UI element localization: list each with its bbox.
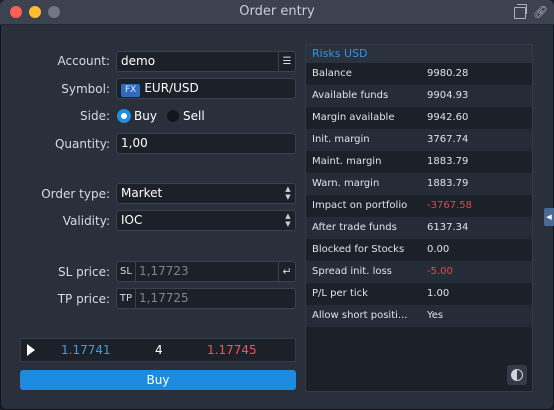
symbol-field[interactable]: FX EUR/USD <box>116 78 296 99</box>
detach-window-icon[interactable] <box>514 4 527 19</box>
risk-name: Margin available <box>312 112 395 123</box>
sl-price-placeholder: 1,17723 <box>139 264 189 278</box>
risk-row: Margin available 9942.60 <box>306 107 532 129</box>
risk-value: 1.00 <box>427 288 450 299</box>
risk-value: Yes <box>427 310 444 321</box>
risk-name: Impact on portfolio <box>312 200 408 211</box>
buy-button[interactable]: Buy <box>20 370 296 390</box>
risk-name: Maint. margin <box>312 156 382 167</box>
risk-value: 9942.60 <box>427 112 469 123</box>
sl-hook-icon[interactable]: ↵ <box>278 262 295 281</box>
risk-value: 3767.74 <box>427 134 469 145</box>
account-list-icon[interactable]: ☰ <box>278 52 295 71</box>
risk-row: Available funds 9904.93 <box>306 85 532 107</box>
sl-prefix: SL <box>117 262 136 281</box>
account-label: Account: <box>57 54 111 68</box>
risk-row: Balance 9980.28 <box>306 63 532 85</box>
link-icon[interactable]: 🔗︎ <box>533 5 548 19</box>
risk-value: 0.00 <box>427 244 450 255</box>
risk-row: Spread init. loss -5.00 <box>306 261 532 283</box>
validity-value: IOC <box>121 213 143 227</box>
side-sell-radio[interactable] <box>166 109 180 123</box>
play-icon[interactable] <box>27 344 35 356</box>
fx-badge: FX <box>121 84 141 97</box>
quote-quantity: 4 <box>155 343 163 357</box>
risk-row: P/L per tick 1.00 <box>306 283 532 305</box>
risk-value: 1883.79 <box>427 178 469 189</box>
side-buy-label[interactable]: Buy <box>134 109 157 123</box>
risk-row: Impact on portfolio -3767.58 <box>306 195 532 217</box>
order-type-select[interactable]: Market ▲ ▼ <box>116 183 296 204</box>
tp-price-input[interactable]: TP 1,17725 <box>116 288 296 309</box>
order-type-label: Order type: <box>41 187 110 201</box>
sl-price-label: SL price: <box>57 265 110 279</box>
tp-price-placeholder: 1,17725 <box>139 291 189 305</box>
risk-row: After trade funds 6137.34 <box>306 217 532 239</box>
validity-select[interactable]: IOC ▲ ▼ <box>116 210 296 231</box>
risk-name: Spread init. loss <box>312 266 392 277</box>
bid-price[interactable]: 1.17741 <box>61 343 111 357</box>
risk-row: Maint. margin 1883.79 <box>306 151 532 173</box>
quantity-input[interactable]: 1,00 <box>116 133 296 154</box>
risk-value: 1883.79 <box>427 156 469 167</box>
window-title: Order entry <box>239 4 315 19</box>
risk-row: Allow short positi... Yes <box>306 305 532 327</box>
risk-name: Available funds <box>312 90 389 101</box>
theme-toggle-icon[interactable] <box>507 365 527 385</box>
risk-name: Allow short positi... <box>312 310 408 321</box>
side-sell-label[interactable]: Sell <box>183 109 205 123</box>
symbol-label: Symbol: <box>61 82 110 96</box>
quantity-label: Quantity: <box>54 137 110 151</box>
risk-name: Balance <box>312 68 352 79</box>
order-type-chevron-icon: ▲ ▼ <box>285 185 291 201</box>
account-value: demo <box>121 54 156 68</box>
risk-value: -5.00 <box>427 266 453 277</box>
order-entry-window: Order entry 🔗︎ Account: demo ☰ Symbol: F… <box>0 0 554 410</box>
risk-name: Blocked for Stocks <box>312 244 405 255</box>
risk-name: After trade funds <box>312 222 397 233</box>
risk-value: 9904.93 <box>427 90 469 101</box>
risk-value: -3767.58 <box>427 200 472 211</box>
risk-value: 9980.28 <box>427 68 469 79</box>
sl-price-input[interactable]: SL 1,17723 ↵ <box>116 261 296 282</box>
symbol-value: EUR/USD <box>144 81 199 95</box>
risks-title: Risks USD <box>306 45 532 63</box>
side-buy-radio[interactable] <box>117 109 131 123</box>
tp-price-label: TP price: <box>57 292 110 306</box>
tp-prefix: TP <box>117 289 136 308</box>
account-field[interactable]: demo ☰ <box>116 51 296 72</box>
panel-collapse-handle[interactable]: ◀ <box>544 208 554 226</box>
risk-name: Warn. margin <box>312 178 380 189</box>
quote-bar: 1.17741 4 1.17745 <box>20 338 296 362</box>
risk-name: P/L per tick <box>312 288 368 299</box>
risk-value: 6137.34 <box>427 222 469 233</box>
ask-price[interactable]: 1.17745 <box>207 343 257 357</box>
risk-name: Init. margin <box>312 134 370 145</box>
validity-chevron-icon: ▲ ▼ <box>285 212 291 228</box>
risk-row: Warn. margin 1883.79 <box>306 173 532 195</box>
order-type-value: Market <box>121 186 163 200</box>
risks-panel: Risks USD Balance 9980.28 Available funds 9… <box>305 44 533 392</box>
risk-row: Blocked for Stocks 0.00 <box>306 239 532 261</box>
risk-row: Init. margin 3767.74 <box>306 129 532 151</box>
side-label: Side: <box>80 109 110 123</box>
title-bar: Order entry 🔗︎ <box>0 0 554 25</box>
validity-label: Validity: <box>62 214 110 228</box>
